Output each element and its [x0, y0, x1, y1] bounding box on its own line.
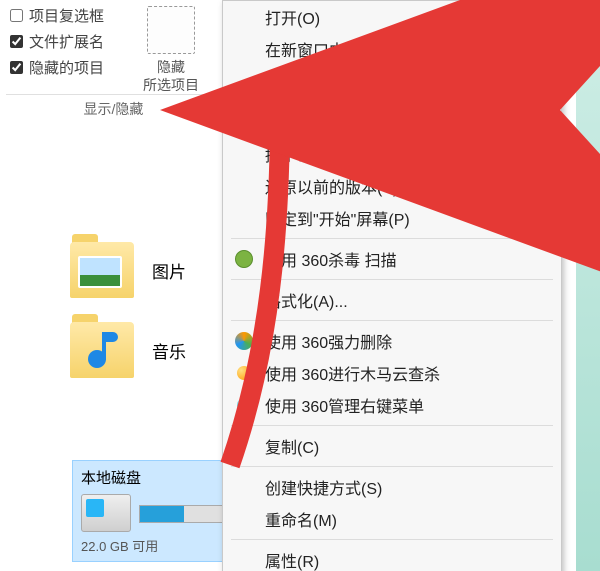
checkbox-input[interactable]	[10, 61, 23, 74]
checkbox-label: 项目复选框	[29, 5, 104, 26]
checkbox-file-extensions[interactable]: 文件扩展名	[6, 28, 136, 54]
checkbox-input[interactable]	[10, 35, 23, 48]
folder-label: 音乐	[152, 338, 186, 363]
menu-format[interactable]: 格式化(A)...	[223, 284, 561, 316]
menu-grant-access[interactable]: 授予访问权限(G)〉	[223, 138, 561, 170]
checkbox-hidden-items[interactable]: 隐藏的项目	[6, 54, 136, 80]
menu-copy[interactable]: 复制(C)	[223, 430, 561, 462]
hide-selected-icon	[147, 6, 195, 54]
context-menu: 打开(O) 在新窗口中打开(E) 固定到快速访问 启用 BitLocker(B)…	[222, 0, 562, 571]
menu-separator	[231, 539, 553, 540]
checkbox-input[interactable]	[10, 9, 23, 22]
ribbon-show-hide-group: 项目复选框 文件扩展名 隐藏的项目 隐藏 所选项目 显示/隐藏	[6, 2, 221, 119]
window-edge-decoration	[576, 0, 600, 571]
menu-create-shortcut[interactable]: 创建快捷方式(S)	[223, 471, 561, 503]
menu-360-force-delete[interactable]: 使用 360强力删除	[223, 325, 561, 357]
menu-open-new-window[interactable]: 在新窗口中打开(E)	[223, 33, 561, 65]
drive-icon	[81, 494, 131, 532]
hide-selected-button[interactable]: 隐藏 所选项目	[136, 2, 206, 94]
menu-separator	[231, 279, 553, 280]
menu-pin-quick-access[interactable]: 固定到快速访问	[223, 65, 561, 97]
cyan-ball-icon	[233, 394, 255, 416]
swirl-icon	[233, 330, 255, 352]
chevron-right-icon: 〉	[531, 142, 547, 166]
menu-rename[interactable]: 重命名(M)	[223, 503, 561, 535]
checkbox-label: 隐藏的项目	[29, 57, 104, 78]
menu-separator	[231, 466, 553, 467]
folder-pictures[interactable]: 图片	[70, 230, 186, 310]
menu-separator	[231, 320, 553, 321]
folder-pictures-icon	[70, 242, 134, 298]
menu-open[interactable]: 打开(O)	[223, 1, 561, 33]
folder-music[interactable]: 音乐	[70, 310, 186, 390]
folder-music-icon	[70, 322, 134, 378]
antivirus-icon	[233, 248, 255, 270]
menu-pin-start[interactable]: 固定到"开始"屏幕(P)	[223, 202, 561, 234]
menu-enable-bitlocker[interactable]: 启用 BitLocker(B)	[223, 97, 561, 129]
menu-360-trojan-scan[interactable]: 使用 360进行木马云查杀	[223, 357, 561, 389]
shield-icon	[233, 102, 255, 124]
menu-restore-previous[interactable]: 还原以前的版本(V)	[223, 170, 561, 202]
menu-properties[interactable]: 属性(R)	[223, 544, 561, 571]
ribbon-group-label: 显示/隐藏	[6, 94, 221, 119]
checkbox-item-checkboxes[interactable]: 项目复选框	[6, 2, 136, 28]
menu-label: 启用 BitLocker(B)	[265, 101, 547, 125]
checkbox-label: 文件扩展名	[29, 31, 104, 52]
menu-separator	[231, 133, 553, 134]
menu-360-scan[interactable]: 使用 360杀毒 扫描	[223, 243, 561, 275]
gold-ball-icon	[233, 362, 255, 384]
menu-separator	[231, 425, 553, 426]
hide-selected-label: 隐藏 所选项目	[136, 58, 206, 94]
folder-label: 图片	[152, 258, 186, 283]
menu-separator	[231, 238, 553, 239]
menu-360-manage-menu[interactable]: 使用 360管理右键菜单	[223, 389, 561, 421]
